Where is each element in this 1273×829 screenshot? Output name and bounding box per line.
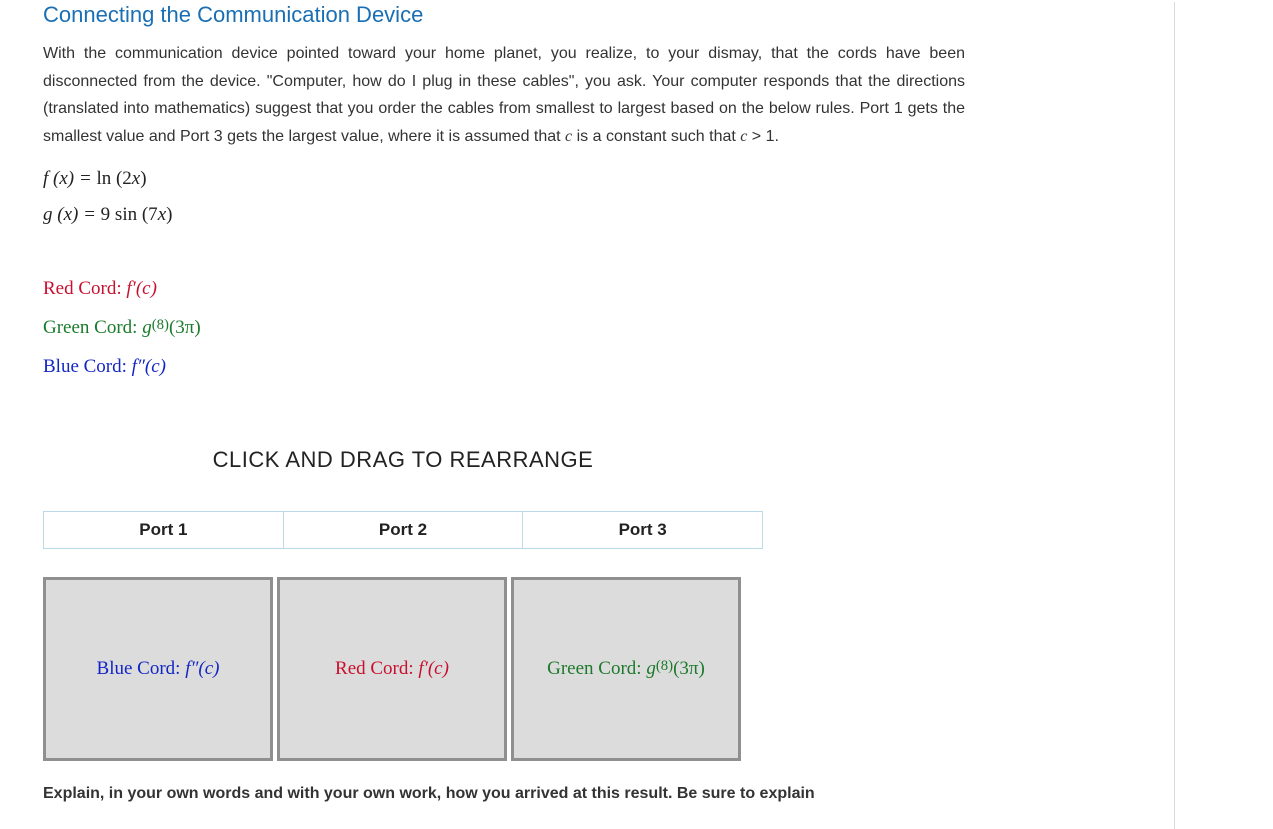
drag-heading: CLICK AND DRAG TO REARRANGE xyxy=(43,447,763,473)
card-red-label: Red Cord: xyxy=(335,658,418,679)
card-green-arg: (3π) xyxy=(673,658,705,679)
cord-blue-label: Blue Cord: xyxy=(43,356,132,377)
cord-red-arg: ′(c) xyxy=(132,278,157,299)
cord-red: Red Cord: f′(c) xyxy=(43,270,965,309)
card-green-fn: g xyxy=(646,658,656,679)
function-definitions: f (x) = ln (2x) g (x) = 9 sin (7x) xyxy=(43,162,965,232)
cord-green-fn: g xyxy=(142,317,152,338)
fn-f-rhs: ln (2x) xyxy=(96,168,146,189)
main-content: Connecting the Communication Device With… xyxy=(0,2,965,803)
fn-f-lhs: f (x) = xyxy=(43,168,96,189)
function-f: f (x) = ln (2x) xyxy=(43,162,965,196)
cord-green-sup: (8) xyxy=(152,317,169,333)
card-red-arg: ′(c) xyxy=(424,658,449,679)
port-header-1: Port 1 xyxy=(44,512,284,548)
cord-green: Green Cord: g(8)(3π) xyxy=(43,309,965,348)
cord-definitions: Red Cord: f′(c) Green Cord: g(8)(3π) Blu… xyxy=(43,270,965,387)
card-green-content: Green Cord: g(8)(3π) xyxy=(547,658,705,680)
card-green-cord[interactable]: Green Cord: g(8)(3π) xyxy=(511,577,741,761)
section-title: Connecting the Communication Device xyxy=(43,2,965,28)
instructions-text-pre: With the communication device pointed to… xyxy=(43,45,965,145)
cord-green-label: Green Cord: xyxy=(43,317,142,338)
card-blue-content: Blue Cord: f″(c) xyxy=(97,658,220,680)
cord-blue-arg: ″(c) xyxy=(137,356,166,377)
port-header-row: Port 1 Port 2 Port 3 xyxy=(43,511,763,549)
card-green-sup: (8) xyxy=(656,658,673,674)
card-blue-label: Blue Cord: xyxy=(97,658,186,679)
card-blue-arg: ″(c) xyxy=(190,658,219,679)
fn-g-rhs: 9 sin (7x) xyxy=(101,204,173,225)
explain-prompt: Explain, in your own words and with your… xyxy=(43,785,963,803)
card-red-cord[interactable]: Red Cord: f′(c) xyxy=(277,577,507,761)
card-blue-cord[interactable]: Blue Cord: f″(c) xyxy=(43,577,273,761)
cord-blue: Blue Cord: f″(c) xyxy=(43,348,965,387)
instructions-text-mid: is a constant such that xyxy=(572,128,740,145)
instructions-paragraph: With the communication device pointed to… xyxy=(43,40,965,150)
card-row: Blue Cord: f″(c) Red Cord: f′(c) Green C… xyxy=(43,577,743,761)
cord-green-arg: (3π) xyxy=(169,317,201,338)
fn-g-lhs: g (x) = xyxy=(43,204,101,225)
cord-red-label: Red Cord: xyxy=(43,278,126,299)
function-g: g (x) = 9 sin (7x) xyxy=(43,198,965,232)
port-header-3: Port 3 xyxy=(523,512,762,548)
card-red-content: Red Cord: f′(c) xyxy=(335,658,449,680)
divider-right xyxy=(1174,2,1175,829)
card-green-label: Green Cord: xyxy=(547,658,646,679)
instructions-text-gt: > 1. xyxy=(747,128,779,145)
port-header-2: Port 2 xyxy=(284,512,524,548)
